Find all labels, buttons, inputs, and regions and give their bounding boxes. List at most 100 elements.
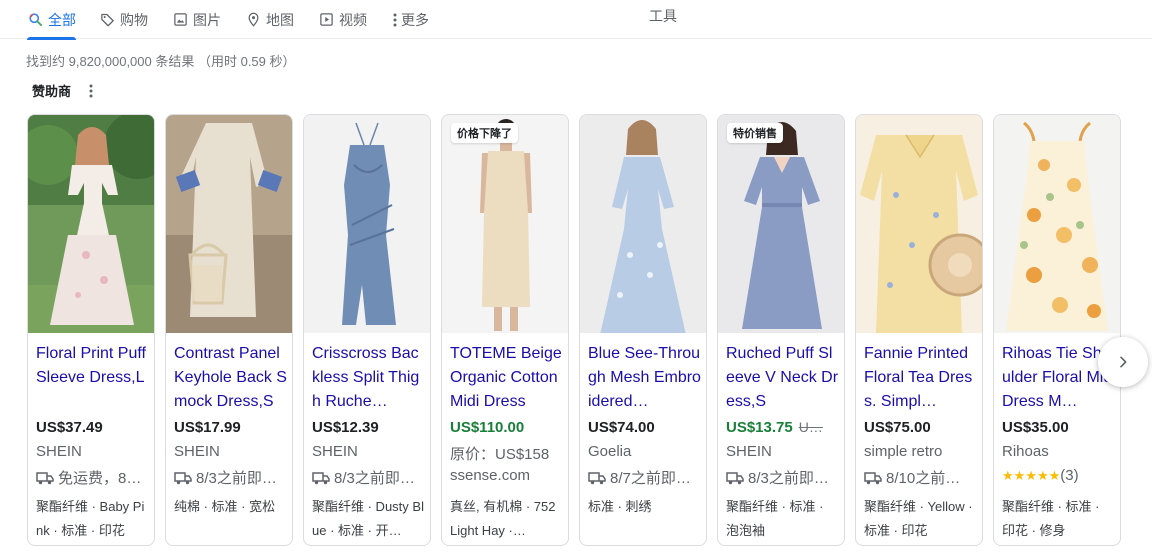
tab-more[interactable]: 更多	[391, 0, 429, 39]
product-image[interactable]: 价格下降了	[442, 115, 568, 333]
product-title[interactable]: Floral Print Puff Sleeve Dress,L	[36, 342, 150, 414]
tag-icon	[99, 12, 115, 28]
tab-shopping[interactable]: 购物	[99, 0, 148, 39]
result-stats: 找到约 9,820,000,000 条结果 （用时 0.59 秒）	[26, 54, 296, 69]
truck-icon	[588, 471, 606, 484]
truck-icon	[726, 471, 744, 484]
sale-badge: 特价销售	[727, 123, 783, 143]
more-vert-icon[interactable]	[85, 83, 97, 99]
map-pin-icon	[245, 12, 261, 28]
product-shipping: 8/3之前即…	[312, 467, 428, 488]
sponsored-header: 赞助商	[32, 81, 97, 100]
image-icon	[172, 12, 188, 28]
product-store: SHEIN	[312, 443, 358, 460]
sponsored-label: 赞助商	[32, 84, 72, 99]
shipping-text: 8/3之前即…	[334, 470, 415, 487]
product-title[interactable]: Fannie Printed Floral Tea Dress. Simpl…	[864, 342, 978, 414]
product-image[interactable]	[994, 115, 1120, 333]
tab-label: 视频	[339, 11, 367, 28]
product-attributes: 标准 · 刺绣	[588, 499, 652, 514]
tab-label: 更多	[401, 11, 429, 28]
product-title[interactable]: Contrast Panel Keyhole Back Smock Dress,…	[174, 342, 288, 414]
product-store: Goelia	[588, 443, 632, 460]
product-title[interactable]: Ruched Puff Sleeve V Neck Dress,S	[726, 342, 840, 414]
product-price: US$75.00	[864, 419, 931, 436]
original-price: 原价：US$158	[450, 446, 550, 463]
product-price: US$12.39	[312, 419, 379, 436]
price-drop-badge: 价格下降了	[451, 123, 518, 143]
product-shipping: 8/10之前…	[864, 467, 980, 488]
shipping-text: 8/3之前即…	[748, 470, 829, 487]
more-vert-icon	[391, 12, 399, 28]
product-price: US$37.49	[36, 419, 103, 436]
product-rating: ★★★★★ (3)	[1002, 467, 1118, 484]
star-rating-icon: ★★★★★	[1002, 467, 1061, 483]
tab-label: 地图	[266, 11, 294, 28]
product-title[interactable]: Blue See-Through Mesh Embroidered…	[588, 342, 702, 414]
product-card[interactable]: Blue See-Through Mesh Embroidered… US$74…	[579, 114, 707, 546]
product-store: simple retro	[864, 443, 943, 460]
tab-label: 全部	[48, 11, 76, 28]
product-price: US$35.00	[1002, 419, 1069, 436]
tab-images[interactable]: 图片	[172, 0, 221, 39]
truck-icon	[36, 471, 54, 484]
product-attributes: 聚酯纤维 · 标准 · 印花 · 修身	[1002, 499, 1100, 538]
tab-videos[interactable]: 视频	[318, 0, 367, 39]
truck-icon	[312, 471, 330, 484]
product-title[interactable]: TOTEME Beige Organic Cotton Midi Dress	[450, 342, 564, 414]
product-attributes: 纯棉 · 标准 · 宽松	[174, 499, 276, 514]
product-image[interactable]: 特价销售	[718, 115, 844, 333]
product-price: US$110.00	[450, 419, 525, 436]
product-attributes: 聚酯纤维 · 标准 · 泡泡袖	[726, 499, 824, 538]
product-shipping: 8/7之前即…	[588, 467, 704, 488]
product-image[interactable]	[856, 115, 982, 333]
store-text: ssense.com	[450, 467, 531, 484]
shipping-text: 8/10之前…	[886, 470, 961, 487]
search-tabs: 全部 购物 图片 地图 视频 更多 工具	[0, 0, 1152, 40]
shipping-text: 8/3之前即…	[196, 470, 277, 487]
product-card[interactable]: 特价销售 Ruched Puff Sleeve V Neck Dress,S U…	[717, 114, 845, 546]
product-shipping: 8/3之前即…	[174, 467, 290, 488]
next-button[interactable]	[1098, 337, 1148, 387]
play-icon	[318, 12, 334, 28]
product-attributes: 聚酯纤维 · Baby Pink · 标准 · 印花	[36, 499, 145, 538]
tab-label: 购物	[120, 11, 148, 28]
truck-icon	[864, 471, 882, 484]
product-attributes: 聚酯纤维 · Dusty Blue · 标准 · 开…	[312, 499, 424, 538]
product-card[interactable]: Crisscross Backless Split Thigh Ruche… U…	[303, 114, 431, 546]
product-card[interactable]: Fannie Printed Floral Tea Dress. Simpl… …	[855, 114, 983, 546]
sale-price: US$13.75	[726, 419, 793, 436]
product-price: US$13.75 U…	[726, 419, 842, 436]
product-shipping: 8/3之前即…	[726, 467, 842, 488]
search-icon	[27, 12, 43, 28]
tab-all[interactable]: 全部	[27, 0, 76, 40]
rating-count: (3)	[1060, 467, 1079, 484]
product-image[interactable]	[304, 115, 430, 333]
product-store: ssense.com	[450, 467, 566, 484]
strikethrough-price: U…	[798, 419, 823, 435]
tab-maps[interactable]: 地图	[245, 0, 294, 39]
tools-button[interactable]: 工具	[649, 0, 677, 32]
product-store: SHEIN	[36, 443, 82, 460]
shipping-text: 免运费，8…	[58, 470, 142, 487]
shipping-text: 8/7之前即…	[610, 470, 691, 487]
tab-label: 图片	[193, 11, 221, 28]
product-card[interactable]: Floral Print Puff Sleeve Dress,L US$37.4…	[27, 114, 155, 546]
product-attributes: 聚酯纤维 · Yellow · 标准 · 印花	[864, 499, 973, 538]
product-image[interactable]	[166, 115, 292, 333]
product-image[interactable]	[580, 115, 706, 333]
product-card[interactable]: Contrast Panel Keyhole Back Smock Dress,…	[165, 114, 293, 546]
product-shipping: 免运费，8…	[36, 467, 152, 488]
product-card[interactable]: 价格下降了 TOTEME Beige Organic Cotton Midi D…	[441, 114, 569, 546]
product-store: Rihoas	[1002, 443, 1049, 460]
product-store: SHEIN	[726, 443, 772, 460]
chevron-right-icon	[1120, 356, 1127, 368]
product-price: US$74.00	[588, 419, 655, 436]
product-title[interactable]: Crisscross Backless Split Thigh Ruche…	[312, 342, 426, 414]
product-store: SHEIN	[174, 443, 220, 460]
product-card[interactable]: Rihoas Tie Shoulder Floral Midi Dress M……	[993, 114, 1121, 546]
product-image[interactable]	[28, 115, 154, 333]
product-attributes: 真丝, 有机棉 · 752 Light Hay ·…	[450, 499, 556, 538]
truck-icon	[174, 471, 192, 484]
product-price: US$17.99	[174, 419, 241, 436]
